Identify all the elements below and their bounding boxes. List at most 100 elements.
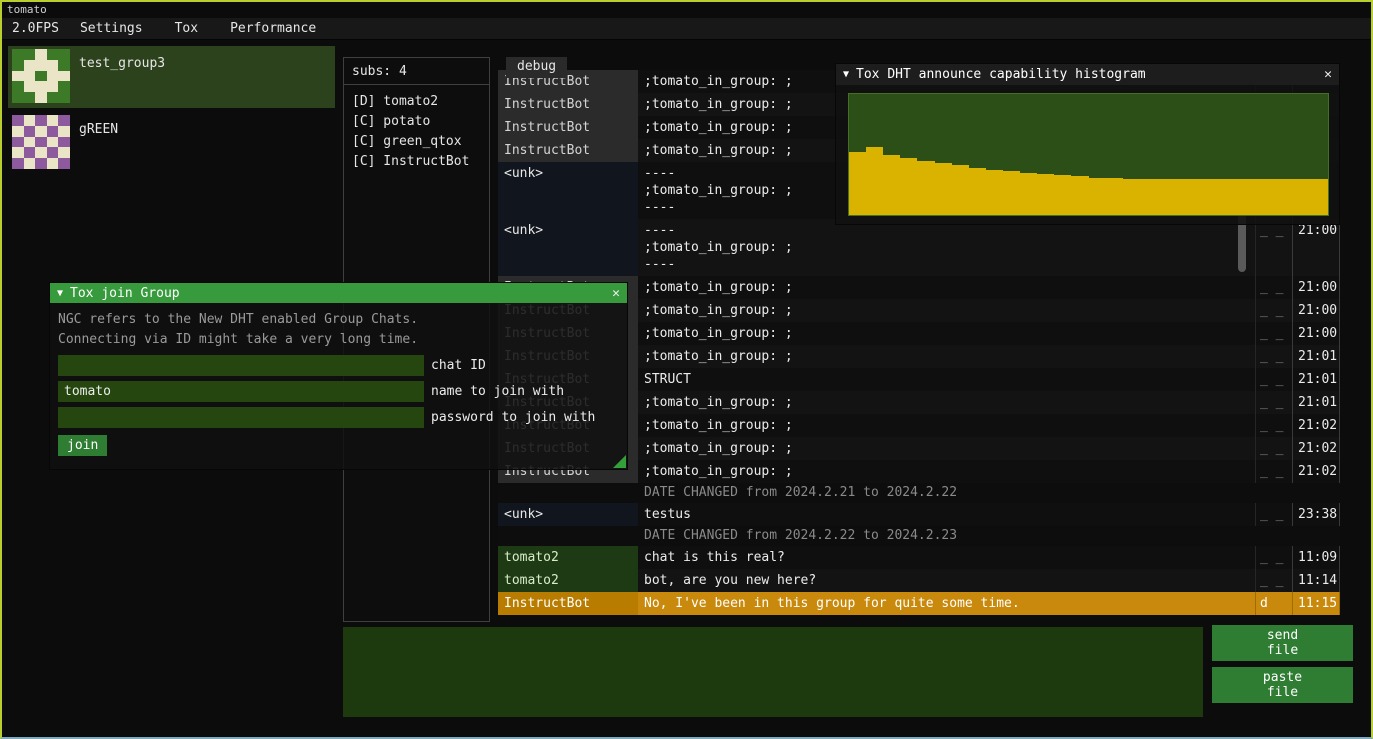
chat-row[interactable]: <unk>---- ;tomato_in_group: ; ----_ _21:… <box>498 219 1340 276</box>
message-flags: _ _ <box>1255 391 1292 414</box>
group-item[interactable]: test_group3 <box>8 46 335 108</box>
histogram-bar <box>900 158 917 215</box>
date-changed-text: DATE CHANGED from 2024.2.22 to 2024.2.23 <box>638 526 1340 546</box>
chat-row[interactable]: tomato2bot, are you new here?_ _11:14 <box>498 569 1340 592</box>
histogram-bar <box>1277 179 1294 215</box>
menubar: 2.0FPS Settings Tox Performance <box>2 18 1371 40</box>
message-text: ;tomato_in_group: ; <box>638 322 1255 345</box>
member-list: [D] tomato2[C] potato[C] green_qtox[C] I… <box>352 92 481 172</box>
message-time: 21:01 <box>1292 391 1340 414</box>
message-text: ;tomato_in_group: ; <box>638 414 1255 437</box>
join-window-title: Tox join Group <box>70 286 180 301</box>
message-input[interactable] <box>343 627 1203 717</box>
message-text: No, I've been in this group for quite so… <box>638 592 1255 615</box>
histogram-bar <box>849 152 866 215</box>
join-password-label: password to join with <box>431 410 595 425</box>
message-flags: _ _ <box>1255 299 1292 322</box>
histogram-bar <box>1208 179 1225 215</box>
message-text: ;tomato_in_group: ; <box>638 345 1255 368</box>
join-window-body: NGC refers to the New DHT enabled Group … <box>50 303 627 463</box>
member-item[interactable]: [C] green_qtox <box>352 132 481 152</box>
chat-row[interactable]: tomato2chat is this real?_ _11:09 <box>498 546 1340 569</box>
message-text: ;tomato_in_group: ; <box>638 460 1255 483</box>
message-text: STRUCT <box>638 368 1255 391</box>
histogram-bar <box>1071 176 1088 215</box>
sender-name: InstructBot <box>498 116 638 139</box>
collapse-icon[interactable]: ▼ <box>57 288 63 299</box>
window-title: tomato <box>7 3 47 16</box>
group-name: test_group3 <box>79 49 165 71</box>
join-info-line: Connecting via ID might take a very long… <box>58 330 619 350</box>
histogram-plot <box>848 93 1329 216</box>
message-text: chat is this real? <box>638 546 1255 569</box>
sender-name: InstructBot <box>498 93 638 116</box>
chat-id-input[interactable] <box>58 355 424 376</box>
histogram-bar <box>1174 179 1191 215</box>
message-flags: _ _ <box>1255 460 1292 483</box>
histogram-bar <box>1191 179 1208 215</box>
histogram-bar <box>1123 179 1140 215</box>
histogram-bar <box>883 155 900 216</box>
empty-cell <box>498 483 638 503</box>
group-avatar <box>12 49 70 103</box>
join-password-input[interactable] <box>58 407 424 428</box>
message-time: 21:00 <box>1292 276 1340 299</box>
histogram-bar <box>1294 179 1311 215</box>
message-flags: d <box>1255 592 1292 615</box>
member-item[interactable]: [C] potato <box>352 112 481 132</box>
message-text: ;tomato_in_group: ; <box>638 299 1255 322</box>
message-flags: _ _ <box>1255 219 1292 276</box>
member-item[interactable]: [C] InstructBot <box>352 152 481 172</box>
empty-cell <box>498 526 638 546</box>
message-time: 21:00 <box>1292 299 1340 322</box>
join-name-input[interactable] <box>58 381 424 402</box>
message-text: ---- ;tomato_in_group: ; ---- <box>638 219 1255 276</box>
close-icon[interactable]: ✕ <box>1324 67 1332 82</box>
histogram-bar <box>1037 174 1054 215</box>
histogram-bar <box>1225 179 1242 215</box>
collapse-icon[interactable]: ▼ <box>843 69 849 80</box>
message-time: 21:02 <box>1292 460 1340 483</box>
paste-file-button[interactable]: paste file <box>1212 667 1353 703</box>
histogram-bar <box>952 165 969 215</box>
message-time: 21:00 <box>1292 219 1340 276</box>
sender-name: <unk> <box>498 162 638 219</box>
group-list: test_group3 gREEN <box>8 46 335 178</box>
chat-row[interactable]: <unk>testus_ _23:38 <box>498 503 1340 526</box>
date-row: DATE CHANGED from 2024.2.21 to 2024.2.22 <box>498 483 1340 503</box>
close-icon[interactable]: ✕ <box>612 286 620 301</box>
group-item[interactable]: gREEN <box>8 112 335 174</box>
message-text: ;tomato_in_group: ; <box>638 437 1255 460</box>
sender-name: tomato2 <box>498 546 638 569</box>
message-text: ;tomato_in_group: ; <box>638 391 1255 414</box>
histogram-window-title: Tox DHT announce capability histogram <box>856 67 1146 82</box>
chat-row[interactable]: InstructBotNo, I've been in this group f… <box>498 592 1340 615</box>
message-flags: _ _ <box>1255 569 1292 592</box>
message-time: 21:02 <box>1292 414 1340 437</box>
resize-grip-icon[interactable] <box>613 455 626 468</box>
join-button[interactable]: join <box>58 435 107 456</box>
message-flags: _ _ <box>1255 276 1292 299</box>
sender-name: tomato2 <box>498 569 638 592</box>
histogram-window-titlebar[interactable]: ▼ Tox DHT announce capability histogram … <box>836 64 1339 85</box>
message-time: 21:01 <box>1292 368 1340 391</box>
menu-performance[interactable]: Performance <box>219 21 327 36</box>
tab-debug[interactable]: debug <box>506 57 567 78</box>
join-window-titlebar[interactable]: ▼ Tox join Group ✕ <box>50 283 627 303</box>
message-flags: _ _ <box>1255 322 1292 345</box>
menu-tox[interactable]: Tox <box>164 21 209 36</box>
member-item[interactable]: [D] tomato2 <box>352 92 481 112</box>
histogram-bar <box>1311 179 1328 215</box>
sender-name: <unk> <box>498 503 638 526</box>
composer <box>343 627 1203 717</box>
subs-header: subs: 4 <box>352 64 481 79</box>
join-group-window: ▼ Tox join Group ✕ NGC refers to the New… <box>49 282 628 470</box>
send-file-button[interactable]: send file <box>1212 625 1353 661</box>
histogram-window: ▼ Tox DHT announce capability histogram … <box>835 63 1340 225</box>
fps-counter: 2.0FPS <box>2 21 69 36</box>
message-flags: _ _ <box>1255 414 1292 437</box>
menu-settings[interactable]: Settings <box>69 21 154 36</box>
histogram-bar <box>1243 179 1260 215</box>
message-time: 11:09 <box>1292 546 1340 569</box>
histogram-bar <box>1089 178 1106 216</box>
